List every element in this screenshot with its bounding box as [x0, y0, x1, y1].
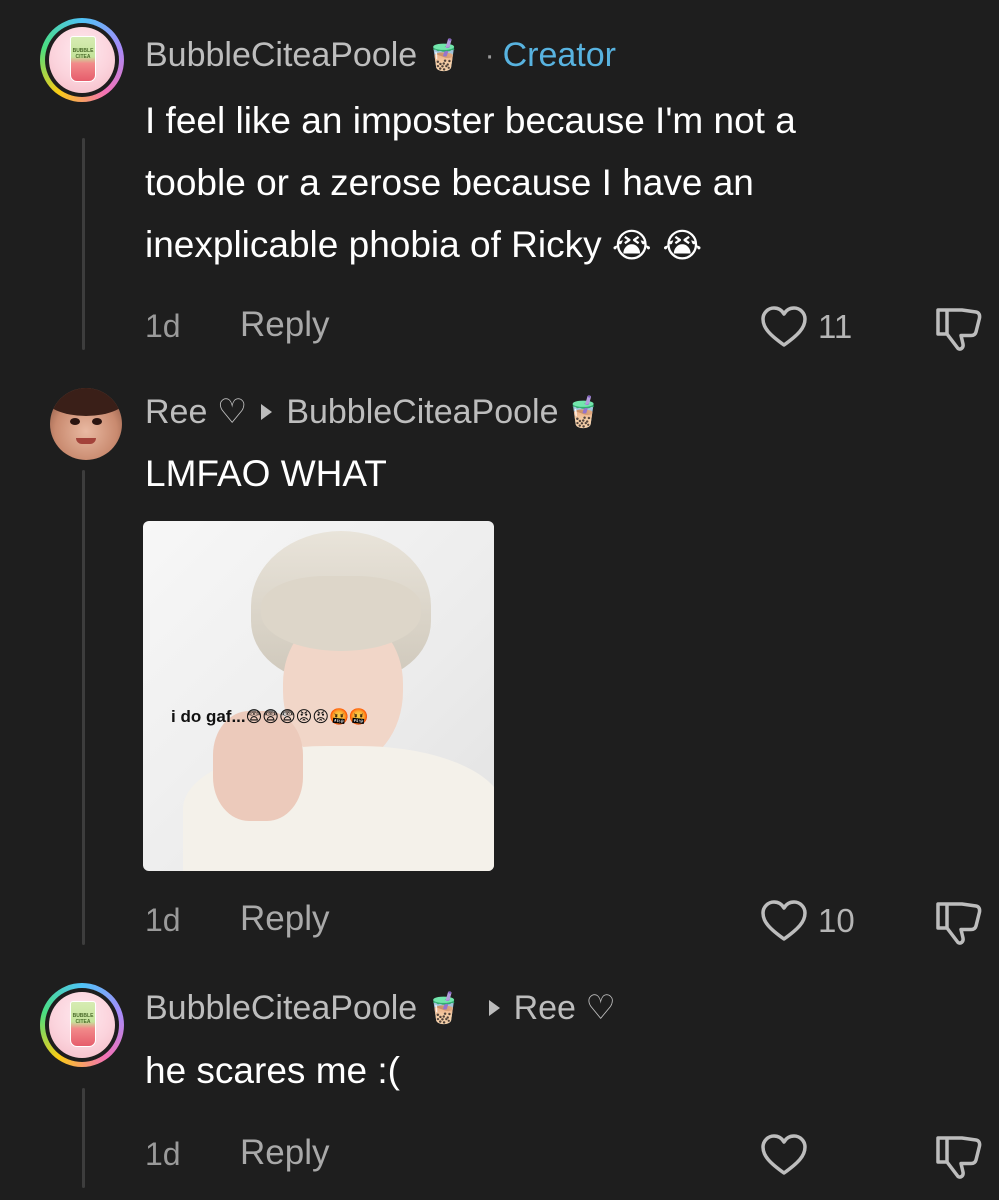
comment-text-line: inexplicable phobia of Ricky 😭 😭 [145, 214, 975, 277]
avatar-mouth [76, 438, 96, 444]
avatar-eye [70, 418, 80, 425]
like-count: 11 [818, 308, 853, 345]
reply-button[interactable]: Reply [240, 1133, 329, 1173]
like-button[interactable]: 10 [760, 899, 855, 943]
heart-outline-icon [761, 900, 807, 941]
meme-hand-shape [213, 711, 303, 821]
timestamp: 1d [145, 902, 181, 938]
comment-text-line-part: inexplicable phobia of Ricky [145, 224, 602, 265]
thread-line [82, 1088, 85, 1188]
timestamp: 1d [145, 1136, 181, 1172]
meme-emojis: 😨😨😨😡😡🤬🤬 [245, 707, 369, 726]
avatar-hair [50, 388, 122, 416]
like-count: 10 [818, 902, 855, 939]
thumbs-down-outline-icon[interactable] [932, 898, 984, 946]
comment-image[interactable]: i do gaf...😨😨😨😡😡🤬🤬 [143, 521, 494, 871]
separator-dot: · [484, 38, 495, 72]
username[interactable]: BubbleCiteaPoole [145, 989, 417, 1028]
heart-outline-icon [761, 1134, 807, 1175]
bubble-tea-emoji: 🧋 [425, 38, 463, 73]
thread-line [82, 470, 85, 945]
timestamp: 1d [145, 308, 181, 344]
avatar-logo-text: BUBBLE CITEA [72, 48, 94, 60]
comment-text: he scares me :( [145, 1050, 400, 1091]
thumbs-down-outline-icon[interactable] [932, 304, 984, 352]
bubble-tea-emoji: 🧋 [425, 990, 463, 1026]
comment-header: Ree ♡ BubbleCiteaPoole 🧋 [145, 392, 602, 432]
avatar-image: BUBBLE CITEA [49, 27, 115, 93]
avatar[interactable]: BUBBLE CITEA [40, 18, 124, 102]
avatar-image: BUBBLE CITEA [49, 992, 115, 1058]
comment-text: I feel like an imposter because I'm not … [145, 90, 975, 277]
triangle-right-icon [261, 404, 273, 420]
bubble-tea-cup-image: BUBBLE CITEA [70, 36, 96, 82]
avatar[interactable] [50, 388, 122, 460]
meme-caption-text: i do gaf... [171, 707, 246, 726]
avatar-eye [92, 418, 102, 425]
thumbs-down-outline-icon[interactable] [932, 1132, 984, 1180]
creator-badge: Creator [502, 36, 616, 74]
crying-emoji: 😭 😭 [611, 226, 703, 266]
triangle-right-icon [488, 1000, 500, 1016]
reply-button[interactable]: Reply [240, 899, 329, 939]
reply-to-username[interactable]: Ree ♡ [514, 988, 616, 1028]
reply-to-username[interactable]: BubbleCiteaPoole [286, 393, 558, 432]
meme-caption: i do gaf...😨😨😨😡😡🤬🤬 [171, 707, 369, 727]
comment-text: LMFAO WHAT [145, 453, 387, 494]
meme-fringe-shape [261, 576, 421, 651]
avatar-logo-text: BUBBLE CITEA [72, 1013, 94, 1025]
comment-text-line: tooble or a zerose because I have an [145, 162, 754, 203]
like-button[interactable] [760, 1133, 818, 1177]
bubble-tea-cup-image: BUBBLE CITEA [70, 1001, 96, 1047]
username[interactable]: Ree ♡ [145, 392, 247, 432]
comment-text-line: I feel like an imposter because I'm not … [145, 100, 796, 141]
username[interactable]: BubbleCiteaPoole [145, 36, 417, 75]
bubble-tea-emoji: 🧋 [564, 394, 602, 430]
comment-header: BubbleCiteaPoole 🧋 · Creator [145, 36, 616, 75]
avatar[interactable]: BUBBLE CITEA [40, 983, 124, 1067]
heart-outline-icon [761, 306, 807, 347]
thread-line [82, 138, 85, 350]
comment-header: BubbleCiteaPoole 🧋 Ree ♡ [145, 988, 616, 1028]
like-button[interactable]: 11 [760, 305, 852, 349]
reply-button[interactable]: Reply [240, 305, 329, 345]
